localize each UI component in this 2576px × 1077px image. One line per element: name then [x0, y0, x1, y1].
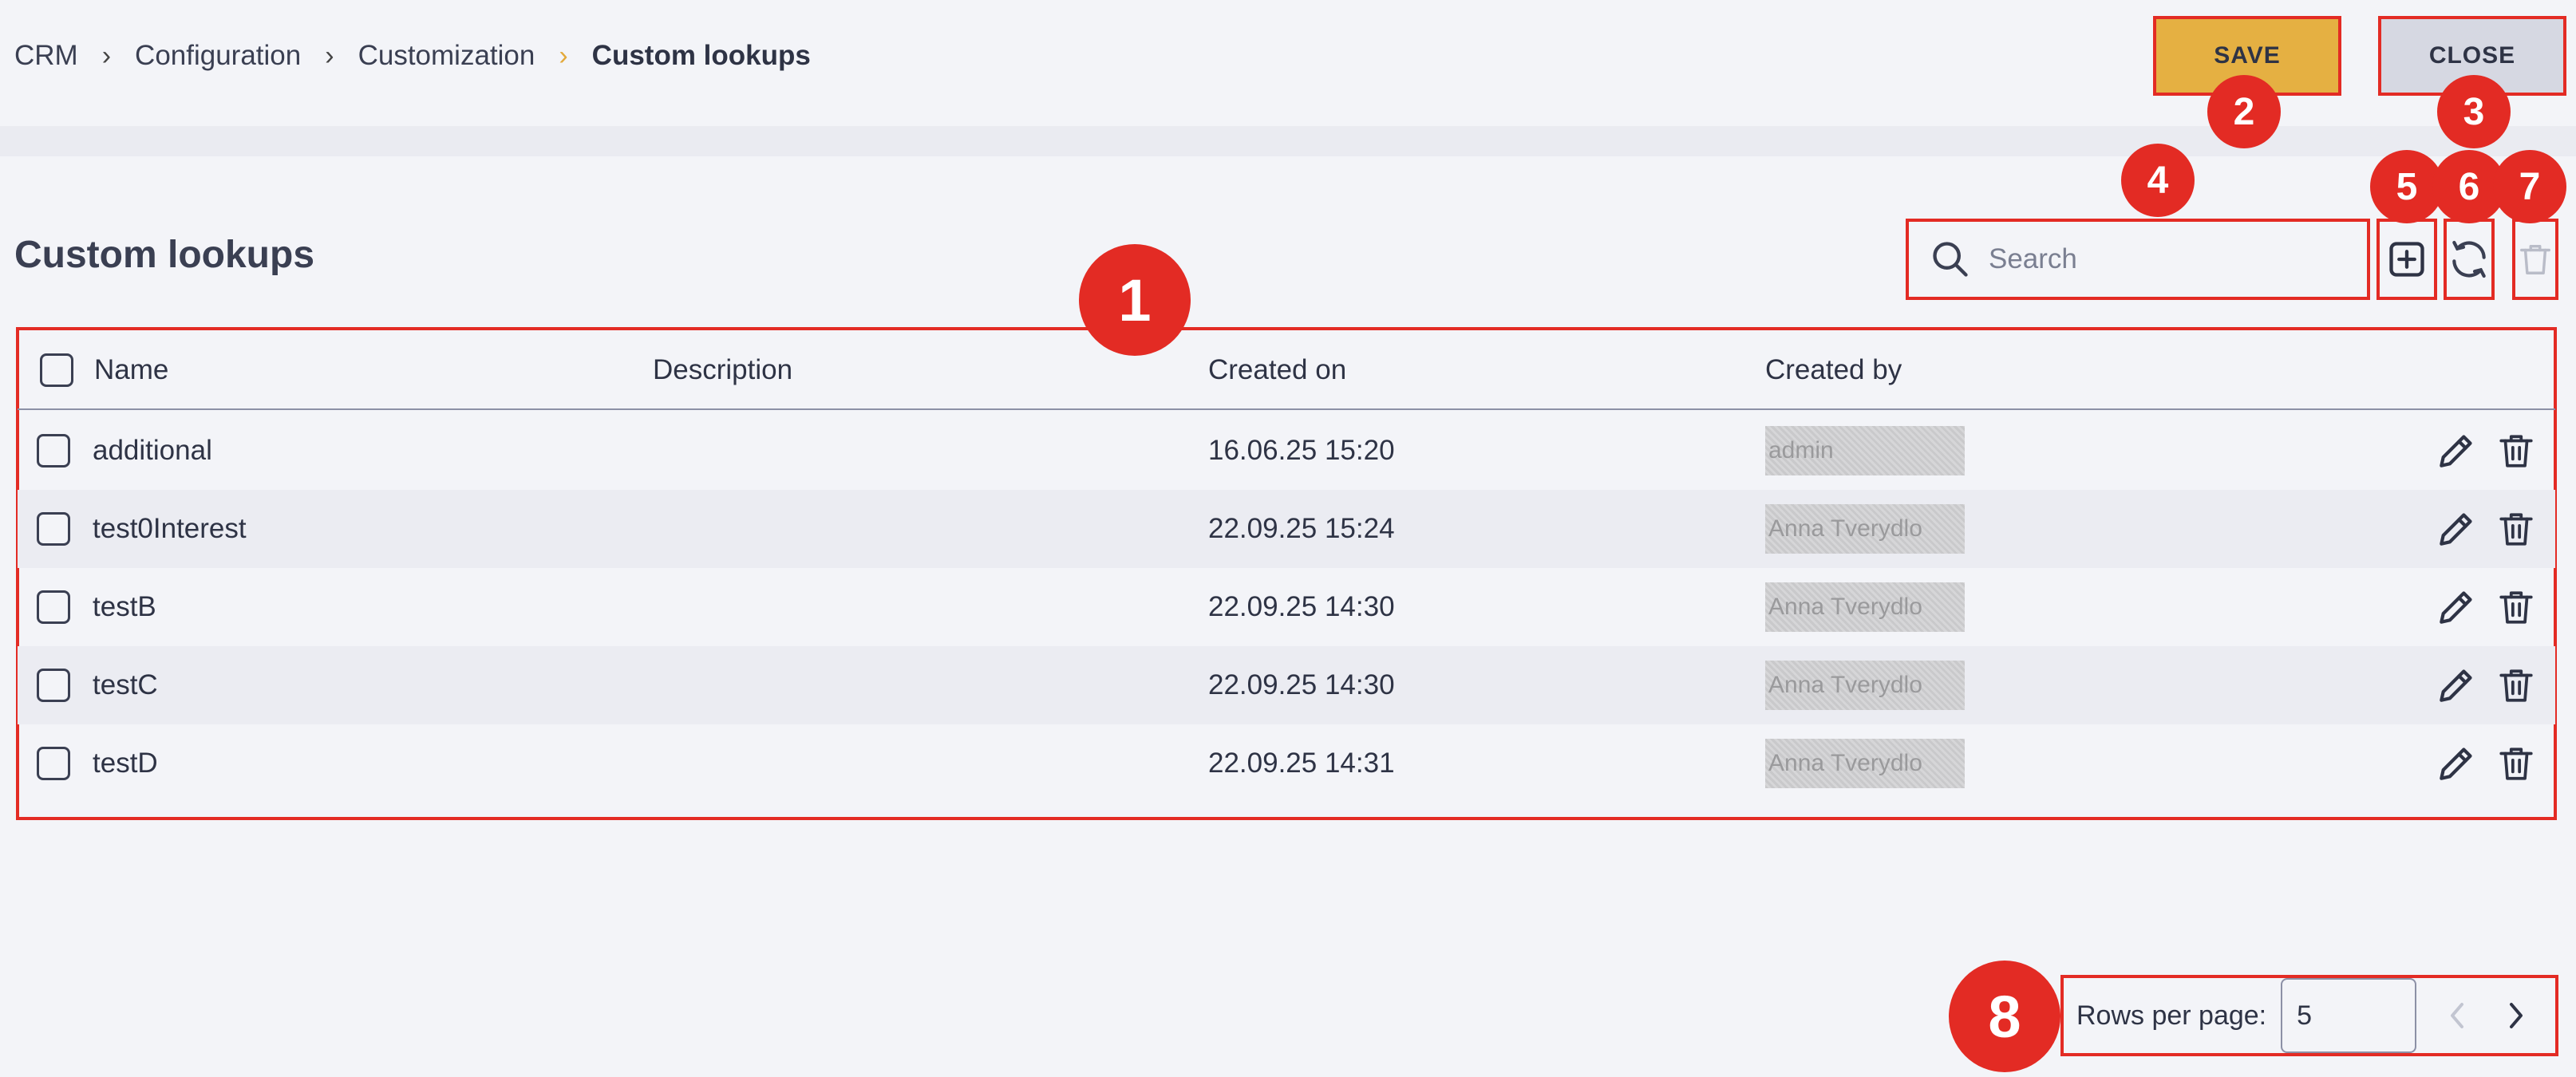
row-created-by: Anna Tverydlo — [1765, 661, 1965, 710]
trash-icon[interactable] — [2496, 663, 2536, 708]
table-header: Name Description Created on Created by — [18, 330, 2555, 410]
chevron-right-icon: › — [559, 40, 568, 71]
row-created-on: 22.09.25 14:30 — [1208, 591, 1395, 622]
search-box[interactable] — [1906, 219, 2370, 300]
row-created-on: 22.09.25 14:31 — [1208, 748, 1395, 779]
breadcrumb-current: Custom lookups — [591, 40, 811, 71]
row-checkbox[interactable] — [37, 512, 70, 546]
edit-icon[interactable] — [2434, 585, 2479, 629]
table-row[interactable]: testC 22.09.25 14:30 Anna Tverydlo — [18, 646, 2555, 724]
row-created-by: admin — [1765, 426, 1965, 475]
trash-icon — [2520, 244, 2550, 274]
row-checkbox[interactable] — [37, 747, 70, 780]
row-checkbox[interactable] — [37, 590, 70, 624]
row-checkbox[interactable] — [37, 434, 70, 467]
table-row[interactable]: testB 22.09.25 14:30 Anna Tverydlo — [18, 568, 2555, 646]
breadcrumb-item-customization[interactable]: Customization — [358, 40, 535, 72]
chevron-right-icon: › — [101, 40, 112, 71]
refresh-button[interactable] — [2444, 219, 2495, 300]
row-name: testC — [93, 669, 158, 700]
trash-icon[interactable] — [2496, 428, 2536, 473]
row-created-on: 22.09.25 15:24 — [1208, 513, 1395, 544]
column-header-name[interactable]: Name — [94, 330, 168, 410]
annotation-badge-1: 1 — [1079, 244, 1191, 356]
trash-icon[interactable] — [2496, 507, 2536, 551]
table-row[interactable]: testD 22.09.25 14:31 Anna Tverydlo — [18, 724, 2555, 803]
header-divider — [0, 126, 2576, 156]
annotation-badge-4: 4 — [2121, 144, 2195, 217]
trash-icon[interactable] — [2496, 741, 2536, 786]
rows-per-page-label: Rows per page: — [2076, 1000, 2267, 1031]
search-input[interactable] — [1987, 243, 2341, 276]
plus-square-icon — [2389, 242, 2424, 277]
page-title: Custom lookups — [14, 234, 315, 276]
chevron-right-icon: › — [325, 40, 334, 71]
row-created-on: 16.06.25 15:20 — [1208, 435, 1395, 466]
column-header-created-by[interactable]: Created by — [1765, 330, 1902, 410]
annotation-badge-7: 7 — [2493, 150, 2566, 223]
refresh-icon — [2452, 240, 2486, 278]
add-button[interactable] — [2376, 219, 2437, 300]
breadcrumb: CRM › Configuration › Customization › Cu… — [14, 32, 811, 80]
pagination: Rows per page: 5 — [2060, 975, 2558, 1056]
row-name: testD — [93, 748, 158, 779]
table-row[interactable]: additional 16.06.25 15:20 admin — [18, 412, 2555, 490]
breadcrumb-item-crm[interactable]: CRM — [14, 40, 78, 72]
edit-icon[interactable] — [2434, 507, 2479, 551]
row-name: testB — [93, 591, 156, 622]
edit-icon[interactable] — [2434, 663, 2479, 708]
trash-icon[interactable] — [2496, 585, 2536, 629]
breadcrumb-item-configuration[interactable]: Configuration — [135, 40, 301, 72]
row-created-by: Anna Tverydlo — [1765, 582, 1965, 632]
row-created-on: 22.09.25 14:30 — [1208, 669, 1395, 700]
select-all-cell — [40, 330, 73, 410]
delete-selected-button[interactable] — [2512, 219, 2558, 300]
select-all-checkbox[interactable] — [40, 353, 73, 387]
edit-icon[interactable] — [2434, 428, 2479, 473]
edit-icon[interactable] — [2434, 741, 2479, 786]
row-name: test0Interest — [93, 513, 247, 544]
annotation-badge-8: 8 — [1949, 961, 2060, 1072]
table-row[interactable]: test0Interest 22.09.25 15:24 Anna Tveryd… — [18, 490, 2555, 568]
column-header-created-on[interactable]: Created on — [1208, 330, 1346, 410]
column-header-description[interactable]: Description — [653, 330, 792, 410]
rows-per-page-select[interactable]: 5 — [2281, 978, 2417, 1053]
search-icon — [1933, 242, 1968, 277]
chevron-left-icon[interactable] — [2445, 1000, 2469, 1032]
annotation-badge-2: 2 — [2207, 75, 2281, 148]
chevron-right-icon[interactable] — [2504, 1000, 2528, 1032]
row-name: additional — [93, 435, 212, 466]
row-checkbox[interactable] — [37, 669, 70, 702]
row-created-by: Anna Tverydlo — [1765, 739, 1965, 788]
annotation-badge-3: 3 — [2437, 75, 2511, 148]
row-created-by: Anna Tverydlo — [1765, 504, 1965, 554]
